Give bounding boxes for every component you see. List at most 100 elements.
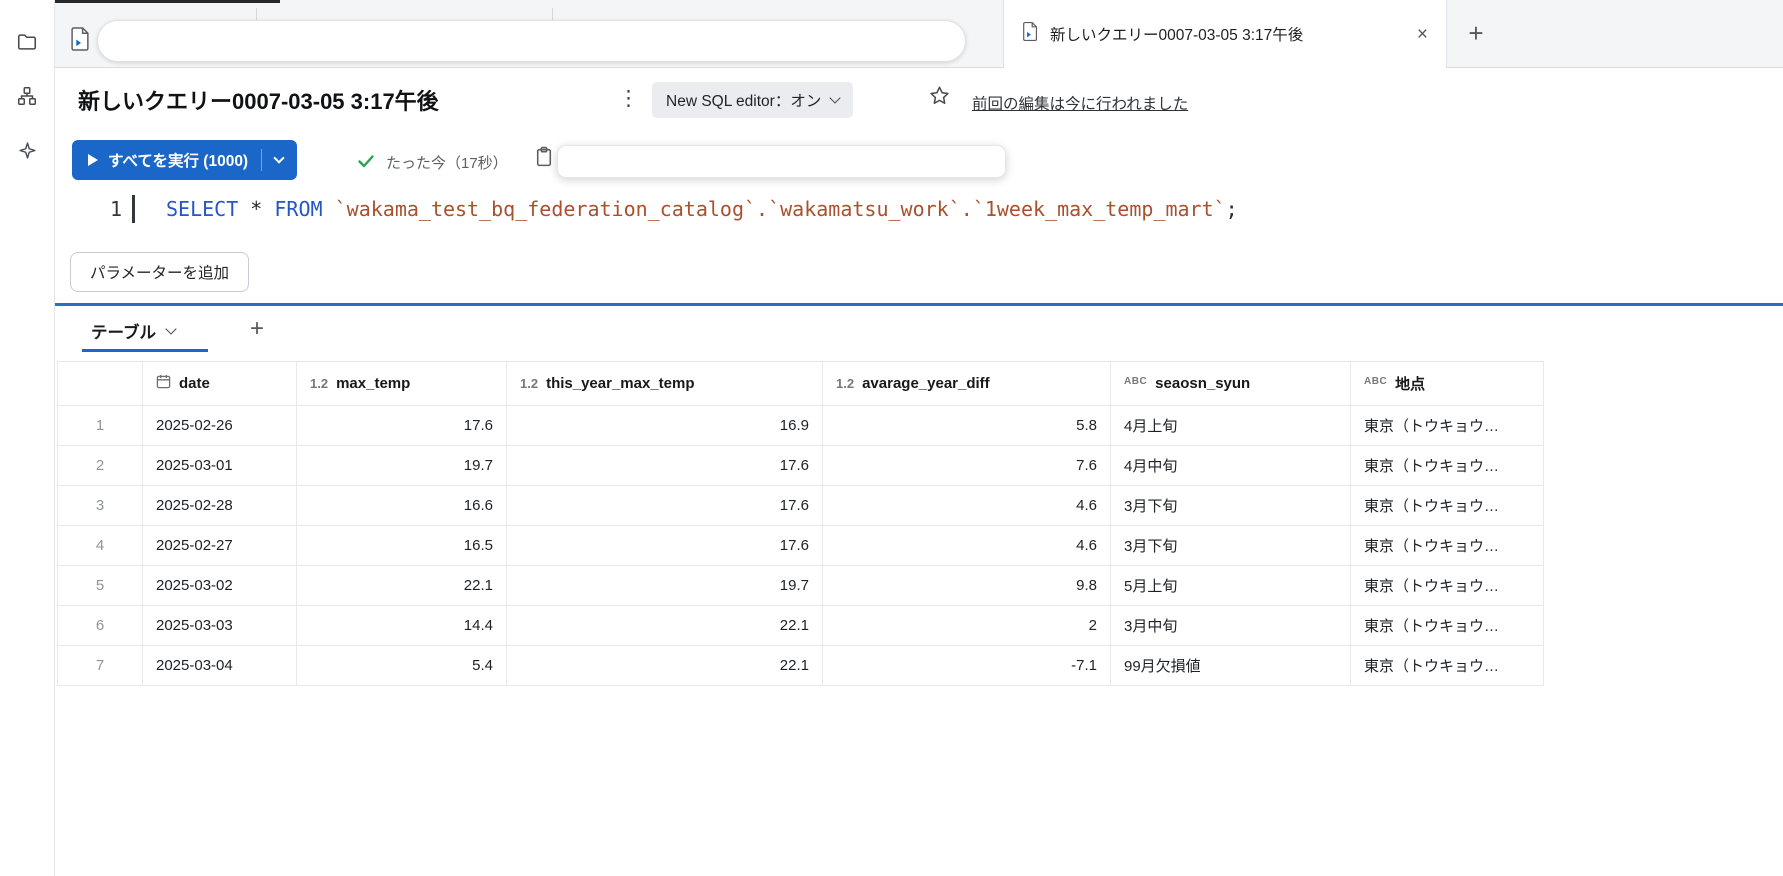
results-table: date 1.2 max_temp 1.2 this_year_max_temp 1.2 a…	[57, 361, 1544, 686]
cell-this_year_max_temp[interactable]: 17.6	[506, 485, 823, 526]
column-header-seaosn_syun[interactable]: ABC seaosn_syun	[1110, 361, 1351, 406]
number-type-icon: 1.2	[520, 376, 539, 391]
row-number: 4	[57, 525, 143, 566]
cell-max_temp[interactable]: 14.4	[296, 605, 507, 646]
folder-icon[interactable]	[15, 30, 39, 54]
close-tab-icon[interactable]: ×	[1417, 25, 1428, 44]
cell-date[interactable]: 2025-02-26	[142, 405, 297, 446]
cell-this_year_max_temp[interactable]: 22.1	[506, 645, 823, 686]
add-parameter-button[interactable]: パラメーターを追加	[70, 252, 250, 292]
row-number: 2	[57, 445, 143, 486]
column-header-content: 1.2 avarage_year_diff	[836, 375, 1097, 392]
button-divider	[261, 149, 263, 171]
cell-chiten[interactable]: 東京（トウキョウ…	[1350, 485, 1544, 526]
cell-this_year_max_temp[interactable]: 22.1	[506, 605, 823, 646]
sql-file-icon	[1022, 21, 1039, 47]
cell-date[interactable]: 2025-02-28	[142, 485, 297, 526]
table-row: 7 2025-03-04 5.4 22.1 -7.1 99月欠損値 東京（トウキョウ…	[57, 645, 1544, 686]
cell-avarage_year_diff[interactable]: 7.6	[822, 445, 1111, 486]
add-results-tab-button[interactable]: +	[244, 315, 270, 343]
column-header-chiten[interactable]: ABC 地点	[1350, 361, 1544, 406]
cell-seaosn_syun[interactable]: 5月上旬	[1110, 565, 1351, 606]
number-type-icon: 1.2	[836, 376, 855, 391]
cell-date[interactable]: 2025-03-02	[142, 565, 297, 606]
column-header-date[interactable]: date	[142, 361, 297, 406]
column-header-avarage_year_diff[interactable]: 1.2 avarage_year_diff	[822, 361, 1111, 406]
kebab-menu-icon[interactable]: ⋮	[612, 84, 645, 113]
cell-seaosn_syun[interactable]: 3月下旬	[1110, 525, 1351, 566]
line-number: 1	[109, 197, 122, 221]
cell-seaosn_syun[interactable]: 99月欠損値	[1110, 645, 1351, 686]
cell-date[interactable]: 2025-03-01	[142, 445, 297, 486]
new-sql-editor-toggle[interactable]: New SQL editor：オン	[652, 82, 854, 118]
tab-title: 新しいクエリー0007-03-05 3:17午後	[1050, 27, 1304, 44]
string-type-icon: ABC	[1364, 376, 1388, 387]
cell-this_year_max_temp[interactable]: 19.7	[506, 565, 823, 606]
table-header-row: date 1.2 max_temp 1.2 this_year_max_temp 1.2 a…	[57, 361, 1544, 406]
sql-editor-line[interactable]: SELECT * FROM `wakama_test_bq_federation…	[166, 197, 1238, 221]
left-sidebar	[0, 0, 55, 876]
results-tab-table[interactable]: テーブル	[91, 319, 177, 343]
column-label: date	[179, 375, 210, 392]
run-button-label: すべてを実行 (1000)	[108, 153, 249, 170]
cell-this_year_max_temp[interactable]: 17.6	[506, 525, 823, 566]
results-tab-label: テーブル	[91, 324, 157, 342]
favorite-star-icon[interactable]	[928, 84, 951, 112]
column-header-this_year_max_temp[interactable]: 1.2 this_year_max_temp	[506, 361, 823, 406]
sql-table-identifier: `wakama_test_bq_federation_catalog`.`wak…	[334, 197, 1226, 221]
cell-seaosn_syun[interactable]: 4月中旬	[1110, 445, 1351, 486]
row-number: 5	[57, 565, 143, 606]
cell-avarage_year_diff[interactable]: 9.8	[822, 565, 1111, 606]
cell-chiten[interactable]: 東京（トウキョウ…	[1350, 565, 1544, 606]
cell-seaosn_syun[interactable]: 3月中旬	[1110, 605, 1351, 646]
cell-this_year_max_temp[interactable]: 16.9	[506, 405, 823, 446]
cell-avarage_year_diff[interactable]: 5.8	[822, 405, 1111, 446]
cell-avarage_year_diff[interactable]: 4.6	[822, 485, 1111, 526]
workflow-icon[interactable]	[15, 84, 39, 108]
success-check-icon	[356, 151, 376, 176]
cell-max_temp[interactable]: 16.5	[296, 525, 507, 566]
column-label: this_year_max_temp	[546, 375, 695, 392]
date-type-icon	[156, 374, 171, 393]
cell-chiten[interactable]: 東京（トウキョウ…	[1350, 525, 1544, 566]
query-tab-active[interactable]: 新しいクエリー0007-03-05 3:17午後 ×	[1003, 0, 1447, 68]
table-row: 6 2025-03-03 14.4 22.1 2 3月中旬 東京（トウキョウ…	[57, 605, 1544, 646]
sql-keyword: FROM	[274, 197, 323, 221]
cell-date[interactable]: 2025-02-27	[142, 525, 297, 566]
cell-max_temp[interactable]: 17.6	[296, 405, 507, 446]
cell-avarage_year_diff[interactable]: 4.6	[822, 525, 1111, 566]
cell-avarage_year_diff[interactable]: 2	[822, 605, 1111, 646]
column-header-max_temp[interactable]: 1.2 max_temp	[296, 361, 507, 406]
cell-chiten[interactable]: 東京（トウキョウ…	[1350, 405, 1544, 446]
cell-date[interactable]: 2025-03-04	[142, 645, 297, 686]
column-label: max_temp	[336, 375, 411, 392]
clipboard-icon[interactable]	[535, 146, 553, 173]
cell-date[interactable]: 2025-03-03	[142, 605, 297, 646]
cell-chiten[interactable]: 東京（トウキョウ…	[1350, 605, 1544, 646]
cell-seaosn_syun[interactable]: 4月上旬	[1110, 405, 1351, 446]
table-row: 4 2025-02-27 16.5 17.6 4.6 3月下旬 東京（トウキョウ…	[57, 525, 1544, 566]
app-window: 新しいクエリー0007-03-05 3:17午後 × + 新しいクエリー0007…	[0, 0, 1783, 876]
chevron-down-icon[interactable]	[273, 152, 285, 164]
last-edit-link[interactable]: 前回の編集は今に行われました	[972, 92, 1188, 114]
tab-bar-search-input[interactable]	[97, 20, 966, 62]
cell-max_temp[interactable]: 16.6	[296, 485, 507, 526]
cell-seaosn_syun[interactable]: 3月下旬	[1110, 485, 1351, 526]
assistant-sparkle-icon[interactable]	[15, 138, 39, 162]
cell-chiten[interactable]: 東京（トウキョウ…	[1350, 445, 1544, 486]
number-type-icon: 1.2	[310, 376, 329, 391]
panel-resize-handle[interactable]	[55, 303, 1783, 306]
cell-chiten[interactable]: 東京（トウキョウ…	[1350, 645, 1544, 686]
results-grid: date 1.2 max_temp 1.2 this_year_max_temp 1.2 a…	[57, 361, 1544, 686]
cell-avarage_year_diff[interactable]: -7.1	[822, 645, 1111, 686]
cell-max_temp[interactable]: 22.1	[296, 565, 507, 606]
column-label: seaosn_syun	[1155, 375, 1251, 392]
chevron-down-icon	[829, 92, 842, 104]
run-all-button[interactable]: すべてを実行 (1000)	[72, 140, 298, 180]
cell-this_year_max_temp[interactable]: 17.6	[506, 445, 823, 486]
cell-max_temp[interactable]: 5.4	[296, 645, 507, 686]
cell-max_temp[interactable]: 19.7	[296, 445, 507, 486]
top-edge-line	[45, 0, 280, 3]
new-tab-button[interactable]: +	[1460, 17, 1492, 49]
table-row: 3 2025-02-28 16.6 17.6 4.6 3月下旬 東京（トウキョウ…	[57, 485, 1544, 526]
